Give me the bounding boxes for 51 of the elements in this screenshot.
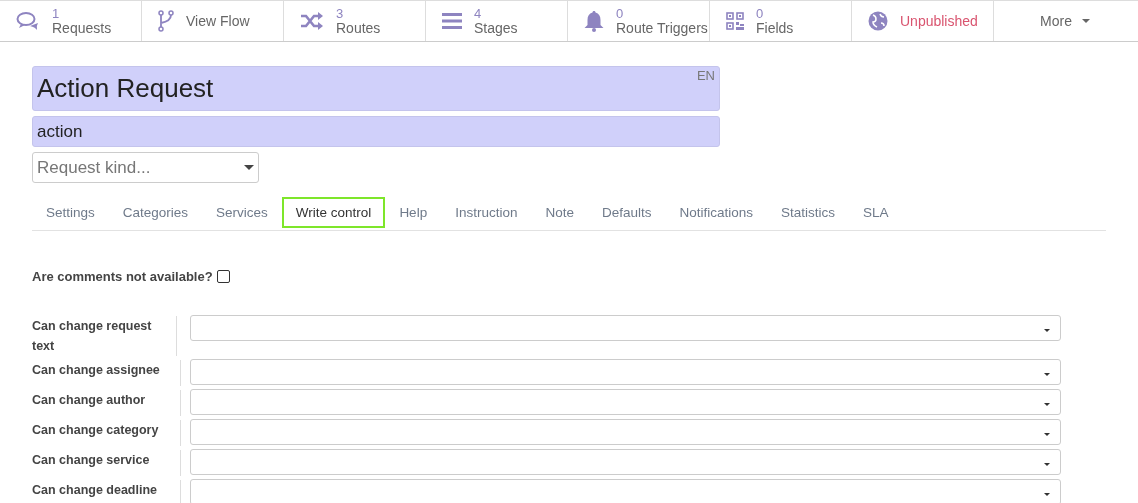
chat-bubbles-icon bbox=[16, 11, 40, 31]
nav-item[interactable]: 1 Requests bbox=[0, 1, 142, 41]
caret-icon bbox=[1044, 329, 1050, 332]
select-field[interactable] bbox=[190, 449, 1061, 475]
tab[interactable]: Instruction bbox=[441, 197, 532, 228]
checkbox-label: Are comments not available? bbox=[32, 269, 213, 284]
caret-icon bbox=[1044, 463, 1050, 466]
checkbox[interactable] bbox=[216, 270, 230, 283]
tab[interactable]: Statistics bbox=[767, 197, 850, 228]
nav-item[interactable]: 4 Stages bbox=[426, 1, 568, 41]
caret-icon bbox=[1081, 19, 1090, 23]
tab[interactable]: Write control bbox=[281, 197, 386, 228]
qr-code-icon bbox=[726, 12, 744, 30]
tab[interactable]: Notifications bbox=[665, 197, 768, 228]
more-menu[interactable]: More bbox=[994, 1, 1136, 41]
request-kind-select[interactable]: Request kind... bbox=[32, 152, 259, 183]
tab[interactable]: Categories bbox=[108, 197, 203, 228]
field-label: Can change deadline bbox=[32, 480, 181, 503]
field-label: Can change category bbox=[32, 420, 181, 446]
caret-icon bbox=[1044, 373, 1050, 376]
publish-status[interactable]: Unpublished bbox=[852, 1, 994, 41]
tab[interactable]: Help bbox=[385, 197, 442, 228]
field-label: Can change request text bbox=[32, 316, 177, 356]
select-field[interactable] bbox=[190, 419, 1061, 445]
select-field[interactable] bbox=[190, 315, 1061, 341]
tab[interactable]: Defaults bbox=[587, 197, 666, 228]
tab[interactable]: SLA bbox=[849, 197, 903, 228]
shuffle-icon bbox=[300, 12, 324, 30]
tab[interactable]: Settings bbox=[32, 197, 109, 228]
menu-icon bbox=[442, 13, 462, 29]
tab[interactable]: Services bbox=[202, 197, 282, 228]
field-label: Can change assignee bbox=[32, 360, 181, 386]
nav-item[interactable]: 0 Fields bbox=[710, 1, 852, 41]
branch-icon bbox=[158, 10, 174, 32]
field-label: Can change author bbox=[32, 390, 181, 416]
caret-icon bbox=[1044, 433, 1050, 436]
globe-icon bbox=[868, 11, 888, 31]
caret-icon bbox=[1044, 403, 1050, 406]
code-field[interactable]: action bbox=[32, 116, 720, 147]
nav-item[interactable]: 0 Route Triggers bbox=[568, 1, 710, 41]
select-field[interactable] bbox=[190, 479, 1061, 503]
select-field[interactable] bbox=[190, 389, 1061, 415]
caret-icon bbox=[1044, 493, 1050, 496]
tab[interactable]: Note bbox=[531, 197, 588, 228]
field-label: Can change service bbox=[32, 450, 181, 476]
nav-item[interactable]: 3 Routes bbox=[284, 1, 426, 41]
select-field[interactable] bbox=[190, 359, 1061, 385]
language-label: EN bbox=[696, 68, 715, 83]
caret-icon bbox=[244, 165, 254, 170]
nav-item[interactable]: View Flow bbox=[142, 1, 284, 41]
bell-icon bbox=[584, 10, 604, 32]
